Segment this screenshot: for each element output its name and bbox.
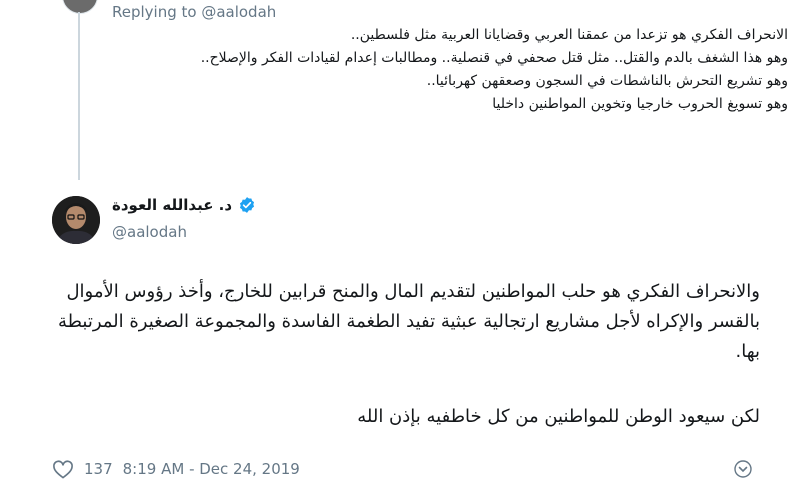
author-handle[interactable]: @aalodah (112, 223, 187, 241)
tweet-timestamp[interactable]: 8:19 AM - Dec 24, 2019 (123, 460, 300, 478)
like-count[interactable]: 137 (84, 460, 113, 478)
verified-badge-icon (240, 197, 255, 213)
replying-to-label[interactable]: Replying to @aalodah (112, 3, 276, 21)
tweet-text: والانحراف الفكري هو حلب المواطنين لتقديم… (57, 281, 760, 362)
author-name-row[interactable]: د. عبدالله العودة (112, 196, 256, 214)
author-display-name[interactable]: د. عبدالله العودة (112, 196, 232, 214)
tweet-meta: 137 8:19 AM - Dec 24, 2019 (52, 459, 300, 479)
parent-tweet-text: الانحراف الفكري هو تزعدا من عمقنا العربي… (200, 27, 788, 112)
author-avatar[interactable] (52, 196, 100, 244)
tweet-text-closing: لكن سيعود الوطن للمواطنين من كل خاطفيه ب… (357, 406, 760, 427)
heart-icon[interactable] (52, 459, 74, 479)
parent-avatar[interactable] (62, 0, 98, 14)
chevron-down-icon[interactable] (733, 459, 753, 479)
thread-line (78, 12, 80, 180)
